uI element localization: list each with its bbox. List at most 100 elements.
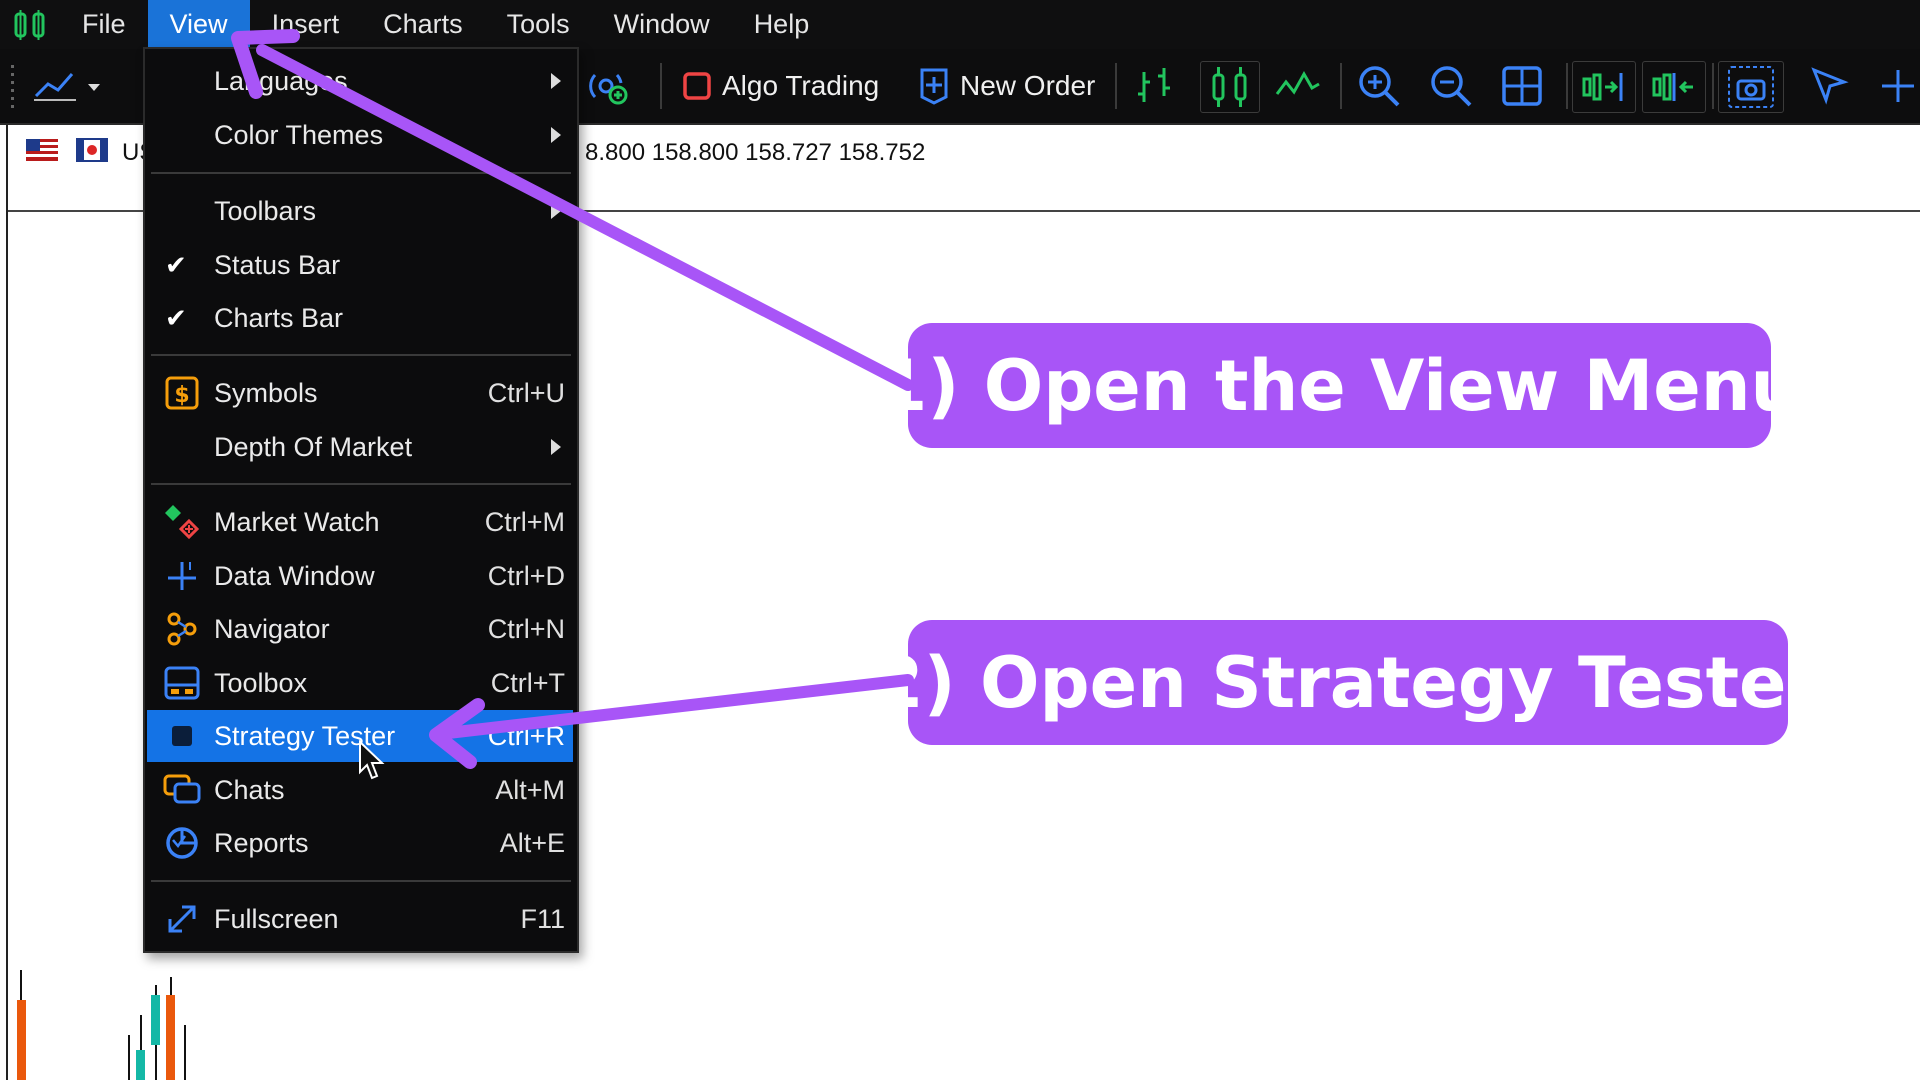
menu-item-market-watch[interactable]: Market Watch Ctrl+M [147, 496, 573, 548]
line-chart-icon[interactable] [1274, 61, 1322, 111]
ohlc-prices: 8.800 158.800 158.727 158.752 [585, 139, 926, 166]
toolbars-label: Toolbars [214, 195, 317, 226]
candle-bullish [136, 1050, 145, 1080]
dollar-icon: $ [163, 374, 201, 412]
cursor-select-icon[interactable] [1808, 61, 1852, 111]
submenu-arrow-icon [551, 203, 561, 219]
menu-file[interactable]: File [60, 0, 148, 49]
callout-step-2: 2) Open Strategy Tester [875, 620, 1821, 745]
new-order-icon [920, 68, 948, 105]
crosshair-tool-icon[interactable] [1878, 61, 1918, 111]
menu-help[interactable]: Help [732, 0, 832, 49]
menu-item-toolbox[interactable]: Toolbox Ctrl+T [147, 657, 573, 709]
checkmark-icon: ✔ [165, 302, 187, 333]
callout-step-2-text: 2) Open Strategy Tester [874, 641, 1822, 724]
menu-insert[interactable]: Insert [250, 0, 362, 49]
svg-text:$: $ [174, 383, 189, 408]
toolbar-grip-icon [10, 61, 16, 111]
menu-item-color-themes[interactable]: Color Themes [147, 109, 573, 161]
line-chart-dropdown-button[interactable] [32, 61, 112, 111]
submenu-arrow-icon [551, 127, 561, 143]
languages-label: Languages [214, 65, 348, 96]
bar-chart-icon[interactable] [1132, 61, 1176, 111]
submenu-arrow-icon [551, 439, 561, 455]
zoom-in-icon[interactable] [1356, 61, 1402, 111]
menu-tools[interactable]: Tools [485, 0, 592, 49]
view-menu-dropdown: Languages Color Themes Toolbars ✔ Status… [143, 47, 579, 953]
fullscreen-shortcut: F11 [520, 903, 565, 934]
screenshot-icon[interactable] [1718, 61, 1784, 113]
symbols-label: Symbols [214, 377, 318, 408]
fullscreen-icon [163, 900, 201, 938]
strategy-tester-shortcut: Ctrl+R [487, 720, 565, 751]
candle-wick [128, 1035, 130, 1080]
navigator-shortcut: Ctrl+N [487, 613, 565, 644]
market-watch-shortcut: Ctrl+M [484, 506, 565, 537]
market-watch-icon [163, 503, 201, 541]
chart-border [6, 125, 8, 1080]
callout-step-1: 1) Open the View Menu [879, 323, 1800, 448]
data-window-shortcut: Ctrl+D [487, 560, 565, 591]
color-themes-label: Color Themes [214, 119, 384, 150]
callout-step-1-text: 1) Open the View Menu [878, 344, 1801, 427]
menu-separator [151, 172, 571, 174]
chat-icon [163, 771, 201, 809]
tile-windows-icon[interactable] [1500, 61, 1544, 111]
menu-separator [151, 880, 571, 882]
toolbar-separator [660, 63, 662, 109]
new-order-label: New Order [960, 70, 1096, 101]
menu-item-fullscreen[interactable]: Fullscreen F11 [147, 893, 573, 945]
submenu-arrow-icon [551, 73, 561, 89]
stop-square-icon [683, 72, 711, 100]
mouse-cursor-icon [359, 740, 385, 780]
menu-item-depth-of-market[interactable]: Depth Of Market [147, 421, 573, 473]
menu-item-reports[interactable]: Reports Alt+E [147, 817, 573, 869]
crosshair-icon [163, 557, 201, 595]
menu-item-languages[interactable]: Languages [147, 55, 573, 107]
candlesticks-icon[interactable] [1200, 61, 1260, 113]
new-order-button[interactable]: New Order [918, 61, 1095, 111]
toolbar-separator [1340, 63, 1342, 109]
toolbox-shortcut: Ctrl+T [490, 667, 565, 698]
jp-flag-icon [76, 138, 108, 162]
menu-item-navigator[interactable]: Navigator Ctrl+N [147, 603, 573, 655]
menu-bar: File View Insert Charts Tools Window Hel… [0, 0, 1920, 49]
charts-bar-label: Charts Bar [214, 302, 344, 333]
status-bar-label: Status Bar [214, 249, 341, 280]
symbols-shortcut: Ctrl+U [487, 377, 565, 408]
reports-shortcut: Alt+E [499, 827, 565, 858]
algo-trading-button[interactable]: Algo Trading [682, 61, 879, 111]
navigator-label: Navigator [214, 613, 330, 644]
navigator-icon [163, 610, 201, 648]
menu-item-symbols[interactable]: $ Symbols Ctrl+U [147, 367, 573, 419]
candle-wick [184, 1025, 186, 1080]
menu-separator [151, 483, 571, 485]
menu-separator [151, 354, 571, 356]
chart-shift-icon[interactable] [1642, 61, 1706, 113]
us-flag-icon [26, 139, 58, 161]
menu-item-status-bar[interactable]: ✔ Status Bar [147, 239, 573, 291]
toolbox-label: Toolbox [214, 667, 308, 698]
signals-icon[interactable] [585, 61, 631, 111]
toolbar-separator [1712, 63, 1714, 109]
toolbox-icon [163, 664, 201, 702]
fullscreen-label: Fullscreen [214, 903, 339, 934]
menu-item-charts-bar[interactable]: ✔ Charts Bar [147, 292, 573, 344]
reports-label: Reports [214, 827, 309, 858]
menu-window[interactable]: Window [592, 0, 732, 49]
reports-icon [163, 824, 201, 862]
menu-charts[interactable]: Charts [361, 0, 485, 49]
algo-trading-label: Algo Trading [722, 70, 880, 101]
menu-item-data-window[interactable]: Data Window Ctrl+D [147, 550, 573, 602]
app-logo-icon [0, 0, 60, 49]
depth-of-market-label: Depth Of Market [214, 431, 413, 462]
toolbar-separator [1115, 63, 1117, 109]
chats-label: Chats [214, 774, 285, 805]
zoom-out-icon[interactable] [1428, 61, 1474, 111]
toolbar-separator [1566, 63, 1568, 109]
data-window-label: Data Window [214, 560, 375, 591]
menu-view[interactable]: View [147, 0, 250, 49]
scroll-to-end-icon[interactable] [1572, 61, 1636, 113]
menu-item-toolbars[interactable]: Toolbars [147, 185, 573, 237]
candle-bearish [17, 1000, 26, 1080]
